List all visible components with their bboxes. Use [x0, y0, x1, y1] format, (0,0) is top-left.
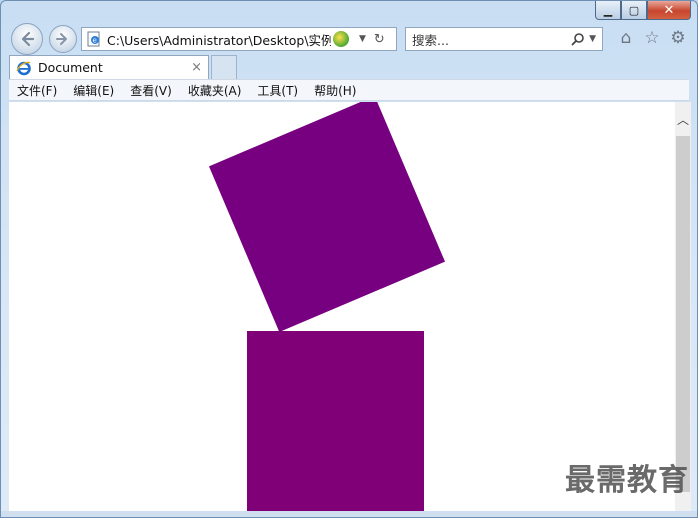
menu-tools[interactable]: 工具(T) [257, 82, 298, 99]
rotated-purple-box [208, 102, 446, 333]
page-content [9, 102, 675, 513]
watermark: 最需教育 [565, 463, 689, 498]
menu-view[interactable]: 查看(V) [130, 82, 172, 99]
vertical-scrollbar[interactable]: ︿ [675, 102, 691, 513]
minimize-button[interactable]: ▁ [595, 1, 621, 20]
navigation-bar: e C:\Users\Administrator\Desktop\实例文 ▼ ↻… [9, 23, 689, 55]
browser-window: ▁ ▢ ✕ e C:\Users\Administrator\Desktop\实… [0, 0, 698, 518]
page-icon: e [87, 31, 100, 47]
search-dropdown-icon[interactable]: ▼ [589, 34, 596, 44]
search-input[interactable]: 搜索... [412, 30, 449, 49]
menu-favorites[interactable]: 收藏夹(A) [188, 82, 242, 99]
close-window-button[interactable]: ✕ [647, 1, 691, 20]
window-controls: ▁ ▢ ✕ [595, 1, 691, 21]
ie-icon [16, 61, 31, 75]
menu-bar: 文件(F) 编辑(E) 查看(V) 收藏夹(A) 工具(T) 帮助(H) [9, 79, 689, 101]
arrow-left-icon [21, 31, 35, 47]
address-dropdown-icon[interactable]: ▼ [359, 34, 366, 44]
search-box[interactable]: 搜索... ▼ [405, 27, 603, 51]
gear-icon[interactable]: ⚙ [669, 28, 687, 48]
star-icon[interactable]: ☆ [643, 28, 661, 48]
menu-file[interactable]: 文件(F) [17, 82, 57, 99]
arrow-right-icon [56, 33, 67, 45]
menu-help[interactable]: 帮助(H) [314, 82, 356, 99]
svg-text:e: e [93, 37, 97, 45]
scroll-up-arrow-icon[interactable]: ︿ [675, 102, 691, 136]
tab-bar: Document × [9, 55, 689, 79]
forward-button[interactable] [49, 25, 77, 53]
menu-edit[interactable]: 编辑(E) [73, 82, 114, 99]
tab-close-icon[interactable]: × [191, 60, 202, 75]
search-icon[interactable] [571, 32, 585, 46]
window-bottom-frame [1, 511, 697, 517]
home-icon[interactable]: ⌂ [617, 28, 635, 48]
purple-box [247, 331, 424, 513]
tab-document[interactable]: Document × [9, 55, 209, 79]
tab-label: Document [38, 60, 103, 75]
back-button[interactable] [11, 23, 43, 55]
refresh-icon[interactable]: ↻ [374, 32, 385, 47]
toolbar-icons: ⌂ ☆ ⚙ [617, 28, 687, 48]
compatibility-icon[interactable] [333, 31, 349, 47]
scroll-thumb[interactable] [676, 136, 690, 492]
new-tab-button[interactable] [211, 55, 237, 79]
search-tools: ▼ [571, 32, 596, 46]
address-bar[interactable]: e C:\Users\Administrator\Desktop\实例文 ▼ ↻ [81, 27, 397, 51]
maximize-button[interactable]: ▢ [621, 1, 647, 20]
address-text[interactable]: C:\Users\Administrator\Desktop\实例文 [107, 30, 331, 49]
